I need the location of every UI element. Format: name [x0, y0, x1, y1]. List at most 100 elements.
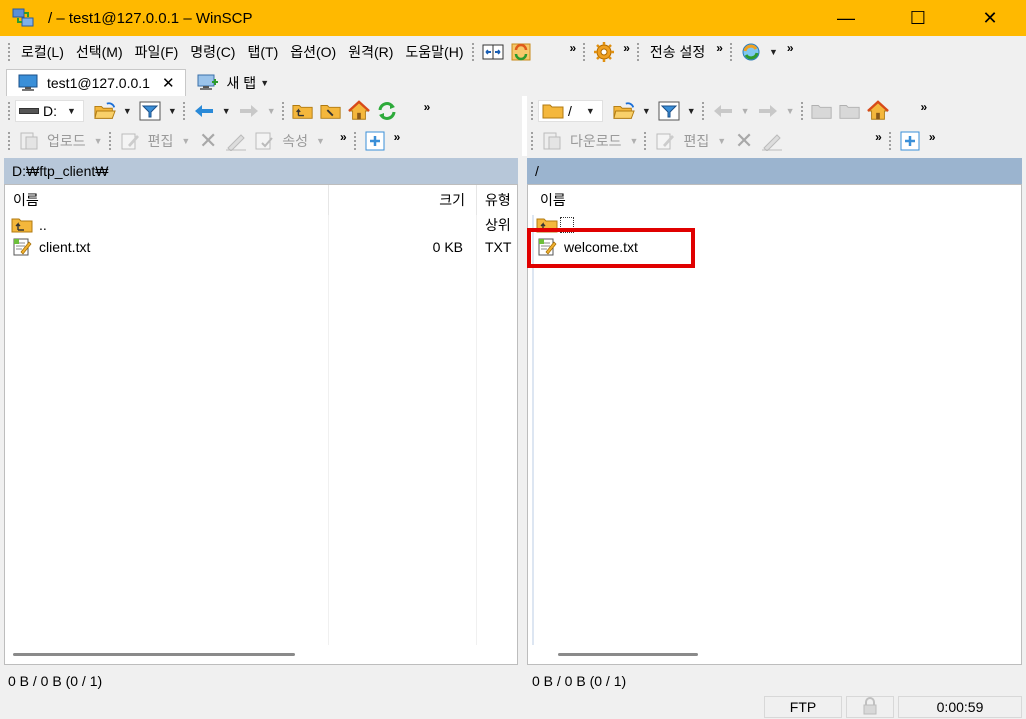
toolbar-grip[interactable]	[353, 132, 357, 150]
remote-edit-button[interactable]: 편집	[683, 131, 709, 151]
root-directory-icon[interactable]	[320, 100, 342, 122]
chevron-down-icon[interactable]: ▼	[717, 136, 726, 146]
toolbar-grip[interactable]	[108, 132, 112, 150]
back-arrow-icon[interactable]	[193, 100, 215, 122]
horizontal-scrollbar[interactable]	[558, 653, 698, 656]
remote-path-select[interactable]: / ▼	[538, 100, 603, 122]
column-divider[interactable]	[476, 185, 477, 215]
horizontal-scrollbar[interactable]	[13, 653, 295, 656]
toolbar-grip[interactable]	[729, 43, 733, 61]
toolbar-grip[interactable]	[701, 102, 705, 120]
upload-button[interactable]: 업로드	[47, 131, 86, 151]
toolbar-grip[interactable]	[888, 132, 892, 150]
chevron-down-icon[interactable]: ▼	[642, 106, 651, 116]
toolbar-grip[interactable]	[471, 43, 475, 61]
menu-options[interactable]: 옵션(O)	[284, 40, 342, 64]
toolbar-grip[interactable]	[583, 43, 586, 61]
gear-icon[interactable]	[593, 41, 615, 63]
menu-select[interactable]: 선택(M)	[70, 40, 129, 64]
home-icon[interactable]	[347, 100, 370, 122]
new-item-plus-icon[interactable]	[899, 130, 921, 152]
tab-new[interactable]: 새 탭 ▼	[185, 69, 285, 96]
edit-icon[interactable]	[119, 130, 141, 152]
menu-file[interactable]: 파일(F)	[129, 40, 185, 64]
local-drive-select[interactable]: D: ▼	[15, 100, 84, 122]
chevron-down-icon[interactable]: ▼	[94, 136, 103, 146]
toolbar-grip[interactable]	[8, 43, 11, 61]
toolbar-overflow-chevron[interactable]: »	[389, 130, 406, 144]
toolbar-overflow-chevron[interactable]: »	[711, 41, 728, 55]
toolbar-grip[interactable]	[8, 102, 11, 120]
refresh-icon[interactable]	[376, 100, 398, 122]
compare-directories-icon[interactable]	[482, 41, 504, 63]
toolbar-overflow-chevron[interactable]: »	[565, 41, 582, 55]
chevron-down-icon[interactable]: ▼	[267, 106, 276, 116]
chevron-down-icon[interactable]: ▼	[786, 106, 795, 116]
chevron-down-icon[interactable]: ▼	[168, 106, 177, 116]
file-row[interactable]: client.txt 0 KB TXT	[9, 236, 515, 258]
toolbar-overflow-chevron[interactable]: »	[870, 130, 887, 144]
toolbar-grip[interactable]	[182, 102, 186, 120]
chevron-down-icon[interactable]: ▼	[769, 47, 778, 57]
edit-button[interactable]: 편집	[148, 131, 174, 151]
chevron-down-icon[interactable]: ▼	[123, 106, 132, 116]
column-header-name[interactable]: 이름	[540, 185, 840, 215]
column-header-size[interactable]: 크기	[335, 185, 465, 215]
menu-remote[interactable]: 원격(R)	[342, 40, 399, 64]
toolbar-grip[interactable]	[644, 132, 647, 150]
toolbar-overflow-chevron[interactable]: »	[782, 41, 799, 55]
close-tab-icon[interactable]: ✕	[162, 74, 175, 92]
remote-path-bar[interactable]: /	[527, 158, 1022, 184]
toolbar-grip[interactable]	[636, 43, 640, 61]
new-item-plus-icon[interactable]	[364, 130, 386, 152]
properties-button[interactable]: 속성	[282, 131, 308, 151]
back-arrow-icon[interactable]	[712, 100, 734, 122]
download-icon[interactable]	[541, 130, 563, 152]
parent-directory-icon[interactable]	[810, 100, 833, 122]
toolbar-overflow-chevron[interactable]: »	[916, 100, 933, 114]
chevron-down-icon[interactable]: ▼	[316, 136, 325, 146]
maximize-button[interactable]: ☐	[882, 0, 954, 36]
filter-icon[interactable]	[658, 100, 680, 122]
tab-session[interactable]: test1@127.0.0.1 ✕	[6, 69, 186, 96]
filter-icon[interactable]	[139, 100, 161, 122]
winscp-app-icon[interactable]	[12, 8, 34, 28]
local-path-bar[interactable]: D:₩ftp_client₩	[4, 158, 518, 184]
toolbar-grip[interactable]	[531, 132, 534, 150]
menu-tab[interactable]: 탭(T)	[241, 40, 284, 64]
forward-arrow-icon[interactable]	[757, 100, 779, 122]
rename-icon[interactable]	[225, 130, 247, 152]
toolbar-grip[interactable]	[281, 102, 285, 120]
toolbar-overflow-chevron[interactable]: »	[924, 130, 941, 144]
minimize-button[interactable]: —	[810, 0, 882, 36]
refresh-session-icon[interactable]	[740, 41, 762, 63]
chevron-down-icon[interactable]: ▼	[741, 106, 750, 116]
root-directory-icon[interactable]	[838, 100, 861, 122]
local-file-list[interactable]: 이름 크기 유형 .. 상위 client.txt 0 KB TXT	[4, 184, 518, 665]
chevron-down-icon[interactable]: ▼	[181, 136, 190, 146]
parent-directory-icon[interactable]	[292, 100, 314, 122]
chevron-down-icon[interactable]: ▼	[260, 78, 269, 88]
delete-icon[interactable]: ✕	[733, 128, 755, 153]
home-icon[interactable]	[866, 100, 889, 122]
column-header-name[interactable]: 이름	[13, 185, 323, 215]
menu-help[interactable]: 도움말(H)	[399, 40, 469, 64]
file-row[interactable]: .. 상위	[9, 214, 515, 236]
close-button[interactable]: ✕	[954, 0, 1026, 36]
toolbar-overflow-chevron[interactable]: »	[618, 41, 635, 55]
column-header-type[interactable]: 유형	[485, 185, 517, 215]
chevron-down-icon[interactable]: ▼	[687, 106, 696, 116]
menu-local[interactable]: 로컬(L)	[15, 40, 70, 64]
synchronize-icon[interactable]	[510, 41, 532, 63]
toolbar-overflow-chevron[interactable]: »	[419, 100, 436, 114]
download-button[interactable]: 다운로드	[570, 131, 622, 151]
open-folder-icon[interactable]	[613, 100, 635, 122]
toolbar-grip[interactable]	[8, 132, 11, 150]
delete-icon[interactable]: ✕	[197, 128, 219, 153]
toolbar-grip[interactable]	[800, 102, 804, 120]
column-divider[interactable]	[328, 185, 329, 215]
upload-icon[interactable]	[18, 130, 40, 152]
menu-command[interactable]: 명령(C)	[184, 40, 241, 64]
rename-icon[interactable]	[761, 130, 783, 152]
toolbar-overflow-chevron[interactable]: »	[335, 130, 352, 144]
